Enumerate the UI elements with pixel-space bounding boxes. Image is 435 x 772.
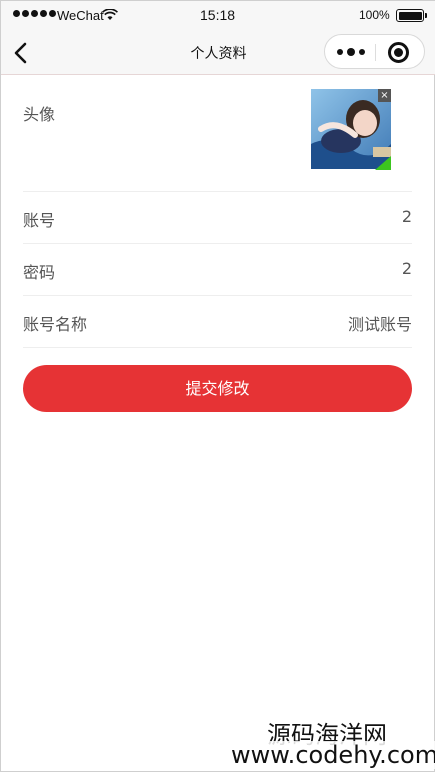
remove-avatar-icon[interactable]: × xyxy=(378,89,391,102)
password-row: 密码 2 xyxy=(23,244,412,296)
account-name-label: 账号名称 xyxy=(23,315,88,334)
account-row: 账号 2 xyxy=(23,192,412,244)
check-icon xyxy=(375,156,391,170)
account-label: 账号 xyxy=(23,211,56,230)
password-value[interactable]: 2 xyxy=(402,259,412,278)
status-time: 15:18 xyxy=(200,7,236,23)
watermark-url: www.codehy.com xyxy=(231,741,435,769)
mini-program-capsule xyxy=(324,34,425,69)
avatar-label: 头像 xyxy=(23,105,56,124)
capsule-divider xyxy=(375,44,376,61)
carrier-name: WeChat xyxy=(57,8,104,23)
target-icon[interactable] xyxy=(388,42,409,63)
battery-icon xyxy=(396,9,427,22)
battery-percent: 100% xyxy=(359,8,390,22)
submit-button[interactable]: 提交修改 xyxy=(23,365,412,412)
nav-bar: 个人资料 xyxy=(1,31,435,75)
password-label: 密码 xyxy=(23,263,56,282)
account-name-value[interactable]: 测试账号 xyxy=(348,311,412,335)
wifi-icon xyxy=(102,9,118,20)
account-value: 2 xyxy=(401,207,412,226)
app-frame: WeChat 15:18 100% 个人资料 头像 × 账号 2 密码 2 账号… xyxy=(0,0,435,772)
status-bar: WeChat 15:18 100% xyxy=(1,1,435,31)
account-name-row: 账号名称 测试账号 xyxy=(23,296,412,348)
more-icon[interactable] xyxy=(337,48,365,56)
signal-icon xyxy=(13,10,56,17)
avatar-row: 头像 × xyxy=(23,75,412,192)
